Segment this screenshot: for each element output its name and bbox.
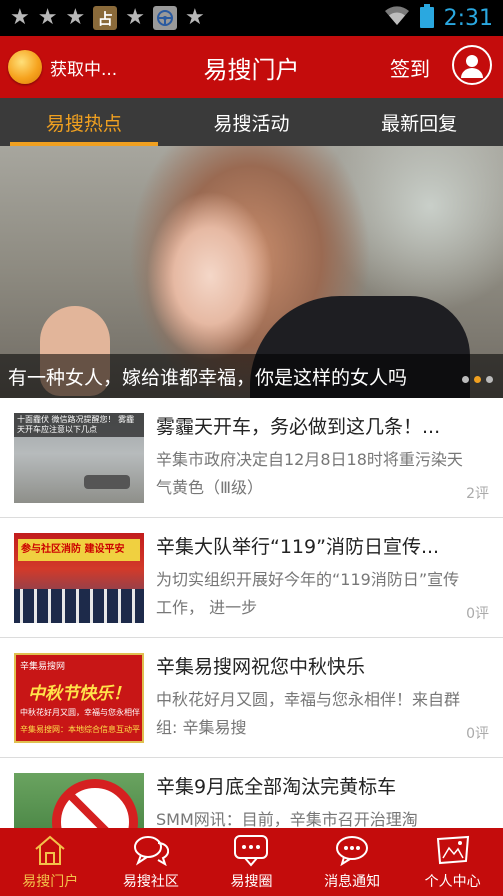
chat-dots-icon xyxy=(231,833,271,867)
news-title: 辛集大队举行“119”消防日宣传... xyxy=(156,536,440,558)
news-summary: 辛集市政府决定自12月8日18时将重污染天气黄色（Ⅲ级） xyxy=(156,450,463,497)
flag-icon xyxy=(433,833,473,867)
user-avatar-button[interactable] xyxy=(452,45,492,85)
thumbnail-caption: 十面霾伏 微信路况提醒您！ 雾霾天开车应注意以下几点 xyxy=(14,413,144,437)
nav-community[interactable]: 易搜社区 xyxy=(101,828,202,896)
news-thumbnail xyxy=(14,773,144,828)
status-right: 2:31 xyxy=(384,4,493,32)
news-thumbnail: 参与社区消防 建设平安 xyxy=(14,533,144,623)
clock: 2:31 xyxy=(443,5,493,31)
thumbnail-greeting: 中秋节快乐！ xyxy=(28,684,130,704)
nav-label: 易搜社区 xyxy=(122,874,179,890)
list-item[interactable]: 辛集9月底全部淘汰完黄标车 SMM网讯：目前，辛集市召开治理淘 xyxy=(0,758,503,828)
signin-button[interactable]: 签到 xyxy=(390,53,430,82)
thumbnail-footer: 辛集易搜网：本地综合信息互动平台 xyxy=(20,725,140,734)
news-title: 雾霾天开车，务必做到这几条！... xyxy=(156,416,441,438)
user-icon xyxy=(461,55,483,78)
thumbnail-people xyxy=(14,589,144,623)
news-thumbnail: 辛集易搜网 中秋节快乐！ 中秋花好月又圆，幸福与您永相伴 辛集易搜网：本地综合信… xyxy=(14,653,144,743)
weather-sun-icon xyxy=(8,50,42,84)
news-thumbnail: 十面霾伏 微信路况提醒您！ 雾霾天开车应注意以下几点 xyxy=(14,413,144,503)
message-icon xyxy=(332,833,372,867)
wifi-icon xyxy=(384,6,410,30)
nav-portal[interactable]: 易搜门户 xyxy=(0,828,101,896)
star-icon: ★ xyxy=(184,5,205,30)
battery-icon xyxy=(419,4,434,32)
thumbnail-subtext: 中秋花好月又圆，幸福与您永相伴 xyxy=(20,708,140,717)
comment-count: 2评 xyxy=(466,486,489,502)
comment-count: 0评 xyxy=(466,726,489,742)
news-list: 十面霾伏 微信路况提醒您！ 雾霾天开车应注意以下几点 雾霾天开车，务必做到这几条… xyxy=(0,398,503,828)
status-bar: ★ ★ ★ 占 ★ ★ 2:31 xyxy=(0,0,503,36)
comment-count: 0评 xyxy=(466,606,489,622)
news-summary: SMM网讯：目前，辛集市召开治理淘 xyxy=(156,810,418,828)
nav-notifications[interactable]: 消息通知 xyxy=(302,828,403,896)
nav-label: 消息通知 xyxy=(324,874,381,890)
nav-label: 个人中心 xyxy=(424,874,481,890)
no-car-sign xyxy=(52,779,138,828)
nav-label: 易搜圈 xyxy=(230,874,273,890)
home-icon xyxy=(30,833,70,867)
app-header: 获取中... 易搜门户 签到 xyxy=(0,36,503,98)
carousel-dot[interactable] xyxy=(462,376,469,383)
nav-circle[interactable]: 易搜圈 xyxy=(201,828,302,896)
banner-caption: 有一种女人，嫁给谁都幸福，你是这样的女人吗 xyxy=(0,354,503,398)
news-summary: 为切实组织开展好今年的“119消防日”宣传工作， 进一步 xyxy=(156,570,460,617)
fortune-app-icon: 占 xyxy=(93,6,118,30)
carousel-indicator xyxy=(462,376,493,383)
steering-app-icon xyxy=(152,6,177,30)
notification-icons: ★ ★ ★ 占 ★ ★ xyxy=(10,6,205,30)
carousel-dot[interactable] xyxy=(486,376,493,383)
weather-text: 获取中... xyxy=(50,59,118,80)
star-icon: ★ xyxy=(37,5,58,30)
news-summary: 中秋花好月又圆，幸福与您永相伴！来自群组: 辛集易搜 xyxy=(156,690,461,737)
thumbnail-site-name: 辛集易搜网 xyxy=(20,662,66,672)
tab-hot-topics[interactable]: 易搜热点 xyxy=(0,98,168,146)
star-icon: ★ xyxy=(65,5,86,30)
tab-bar: 易搜热点 易搜活动 最新回复 xyxy=(0,98,503,146)
chat-bubbles-icon xyxy=(131,833,171,867)
star-icon: ★ xyxy=(125,5,145,30)
nav-label: 易搜门户 xyxy=(22,874,79,890)
banner-carousel[interactable]: 有一种女人，嫁给谁都幸福，你是这样的女人吗 xyxy=(0,146,503,398)
list-item[interactable]: 十面霾伏 微信路况提醒您！ 雾霾天开车应注意以下几点 雾霾天开车，务必做到这几条… xyxy=(0,398,503,518)
bottom-nav: 易搜门户 易搜社区 易搜圈 消息通知 个人中心 xyxy=(0,828,503,896)
thumbnail-banner: 参与社区消防 建设平安 xyxy=(18,539,140,561)
thumbnail-car xyxy=(84,475,130,489)
nav-profile[interactable]: 个人中心 xyxy=(402,828,503,896)
banner-caption-text: 有一种女人，嫁给谁都幸福，你是这样的女人吗 xyxy=(8,366,408,389)
carousel-dot-active[interactable] xyxy=(474,376,481,383)
tab-latest-replies[interactable]: 最新回复 xyxy=(335,98,503,146)
star-icon: ★ xyxy=(10,5,30,30)
weather-widget[interactable]: 获取中... xyxy=(8,50,148,84)
news-title: 辛集9月底全部淘汰完黄标车 xyxy=(156,776,397,798)
tab-activities[interactable]: 易搜活动 xyxy=(168,98,336,146)
list-item[interactable]: 参与社区消防 建设平安 辛集大队举行“119”消防日宣传... 为切实组织开展好… xyxy=(0,518,503,638)
list-item[interactable]: 辛集易搜网 中秋节快乐！ 中秋花好月又圆，幸福与您永相伴 辛集易搜网：本地综合信… xyxy=(0,638,503,758)
news-title: 辛集易搜网祝您中秋快乐 xyxy=(156,656,366,678)
